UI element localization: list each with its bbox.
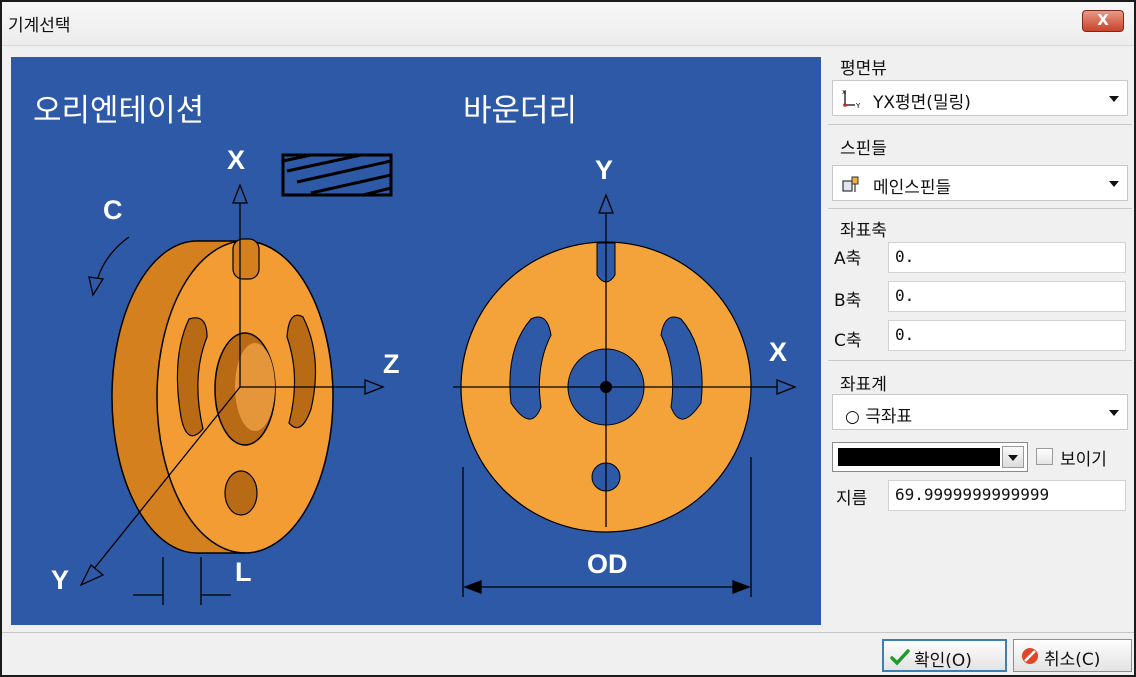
- coord-system-select[interactable]: ○ 극좌표: [832, 394, 1128, 430]
- chevron-down-icon: [1109, 96, 1119, 102]
- orientation-x-label: X: [227, 145, 246, 175]
- cancel-label: 취소(C): [1044, 650, 1101, 670]
- close-button[interactable]: X: [1082, 10, 1124, 32]
- orientation-l-label: L: [235, 557, 252, 587]
- b-axis-input[interactable]: 0.: [888, 281, 1126, 312]
- chevron-down-icon: [1008, 455, 1018, 461]
- coord-axes-title: 좌표축: [840, 221, 887, 241]
- c-axis-label: C축: [834, 331, 862, 351]
- title-bar: 기계선택 X: [2, 2, 1134, 46]
- svg-text:Y: Y: [855, 102, 861, 109]
- plane-view-value: YX평면(밀링): [873, 93, 971, 113]
- orientation-label: 오리엔테이션: [33, 93, 205, 129]
- color-select[interactable]: [832, 442, 1028, 472]
- preview-drawing: [79, 153, 797, 605]
- svg-text:x: x: [842, 88, 846, 96]
- plane-view-select[interactable]: x Y YX평면(밀링): [832, 80, 1128, 116]
- cancel-icon: [1022, 648, 1038, 664]
- a-axis-label: A축: [834, 249, 862, 269]
- divider: [828, 360, 1132, 361]
- stock-hatch-icon: [281, 153, 393, 197]
- diameter-label: 지름: [836, 489, 868, 509]
- machine-select-dialog: 기계선택 X 오리엔테이션 바운더리 X Z Y C L Y X OD 평면뷰 …: [0, 0, 1136, 677]
- footer-divider: [2, 632, 1134, 633]
- a-axis-input[interactable]: 0.: [888, 242, 1126, 273]
- spindle-value: 메인스핀들: [873, 178, 952, 198]
- divider: [828, 208, 1132, 209]
- color-swatch: [838, 448, 1000, 466]
- coord-system-title: 좌표계: [840, 375, 887, 395]
- show-checkbox[interactable]: [1036, 448, 1053, 465]
- chevron-down-icon: [1109, 181, 1119, 187]
- b-axis-label: B축: [834, 291, 862, 311]
- checkmark-icon: [890, 649, 910, 666]
- show-label: 보이기: [1060, 450, 1107, 470]
- spindle-icon: [842, 176, 859, 192]
- plane-view-title: 평면뷰: [840, 59, 887, 79]
- divider: [828, 124, 1132, 125]
- chevron-down-icon: [1109, 410, 1119, 416]
- cancel-button[interactable]: 취소(C): [1013, 639, 1132, 672]
- settings-panel: 평면뷰 x Y YX평면(밀링) 스핀들 메인스핀들 좌표축 A축 0. B축 …: [828, 50, 1132, 626]
- coord-system-value: ○ 극좌표: [845, 407, 913, 427]
- orientation-z-label: Z: [383, 349, 400, 379]
- boundary-x-label: X: [769, 337, 788, 367]
- boundary-label: 바운더리: [463, 93, 578, 129]
- orientation-y-label: Y: [51, 565, 70, 595]
- spindle-title: 스핀들: [840, 139, 887, 159]
- c-axis-input[interactable]: 0.: [888, 320, 1126, 351]
- window-title: 기계선택: [8, 16, 71, 36]
- boundary-y-label: Y: [595, 155, 614, 185]
- preview-canvas: 오리엔테이션 바운더리 X Z Y C L Y X OD: [11, 57, 821, 625]
- ok-label: 확인(O): [914, 651, 972, 671]
- orientation-c-label: C: [103, 195, 123, 225]
- od-label: OD: [587, 549, 628, 579]
- diameter-input[interactable]: 69.9999999999999: [888, 480, 1126, 511]
- ok-button[interactable]: 확인(O): [882, 639, 1007, 672]
- spindle-select[interactable]: 메인스핀들: [832, 165, 1128, 201]
- color-dropdown-button[interactable]: [1002, 446, 1024, 468]
- axis-icon: x Y: [842, 88, 861, 109]
